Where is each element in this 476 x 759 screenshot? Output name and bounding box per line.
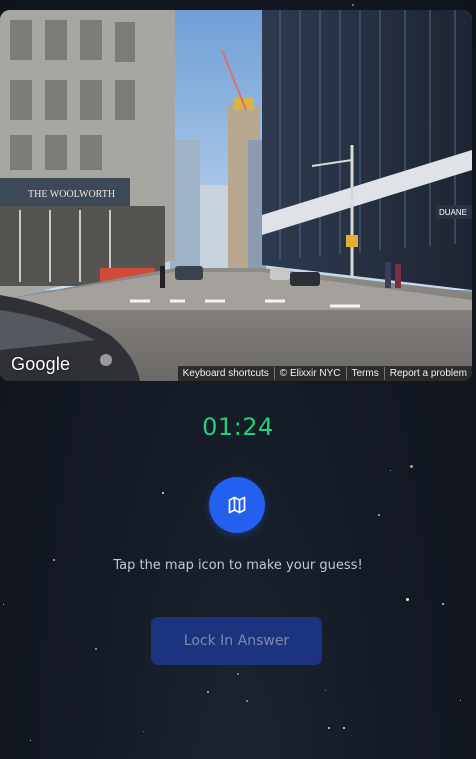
- building-sign: THE WOOLWORTH: [28, 189, 115, 200]
- star-dot: [352, 4, 354, 6]
- star-dot: [406, 598, 409, 601]
- star-dot: [410, 465, 413, 468]
- open-map-button[interactable]: [209, 477, 265, 533]
- google-logo: Google: [11, 354, 71, 374]
- star-dot: [343, 727, 345, 729]
- keyboard-shortcuts-link[interactable]: Keyboard shortcuts: [178, 367, 274, 380]
- guess-hint-text: Tap the map icon to make your guess!: [113, 558, 363, 573]
- star-dot: [246, 700, 248, 702]
- copyright-text: © Elixxir NYC: [273, 367, 346, 380]
- star-dot: [30, 740, 31, 741]
- star-dot: [460, 700, 461, 701]
- street-scene-image: THE WOOLWORTH DUANE: [0, 10, 472, 381]
- terms-link[interactable]: Terms: [345, 367, 384, 380]
- map-icon: [228, 496, 246, 514]
- star-dot: [207, 691, 209, 693]
- street-view-panorama[interactable]: THE WOOLWORTH DUANE Google Keyboard shor…: [0, 10, 472, 381]
- star-dot: [328, 727, 330, 729]
- star-dot: [162, 492, 164, 494]
- star-dot: [442, 603, 444, 605]
- star-dot: [143, 731, 144, 732]
- attribution-bar: Keyboard shortcuts © Elixxir NYC Terms R…: [177, 366, 472, 381]
- lock-in-answer-button[interactable]: Lock In Answer: [151, 617, 322, 665]
- star-dot: [3, 604, 4, 605]
- countdown-timer: 01:24: [202, 413, 274, 441]
- star-dot: [390, 470, 391, 471]
- star-dot: [325, 690, 326, 691]
- report-problem-link[interactable]: Report a problem: [383, 367, 472, 380]
- star-dot: [378, 514, 380, 516]
- star-dot: [95, 648, 97, 650]
- store-sign: DUANE: [439, 208, 467, 217]
- star-dot: [237, 673, 239, 675]
